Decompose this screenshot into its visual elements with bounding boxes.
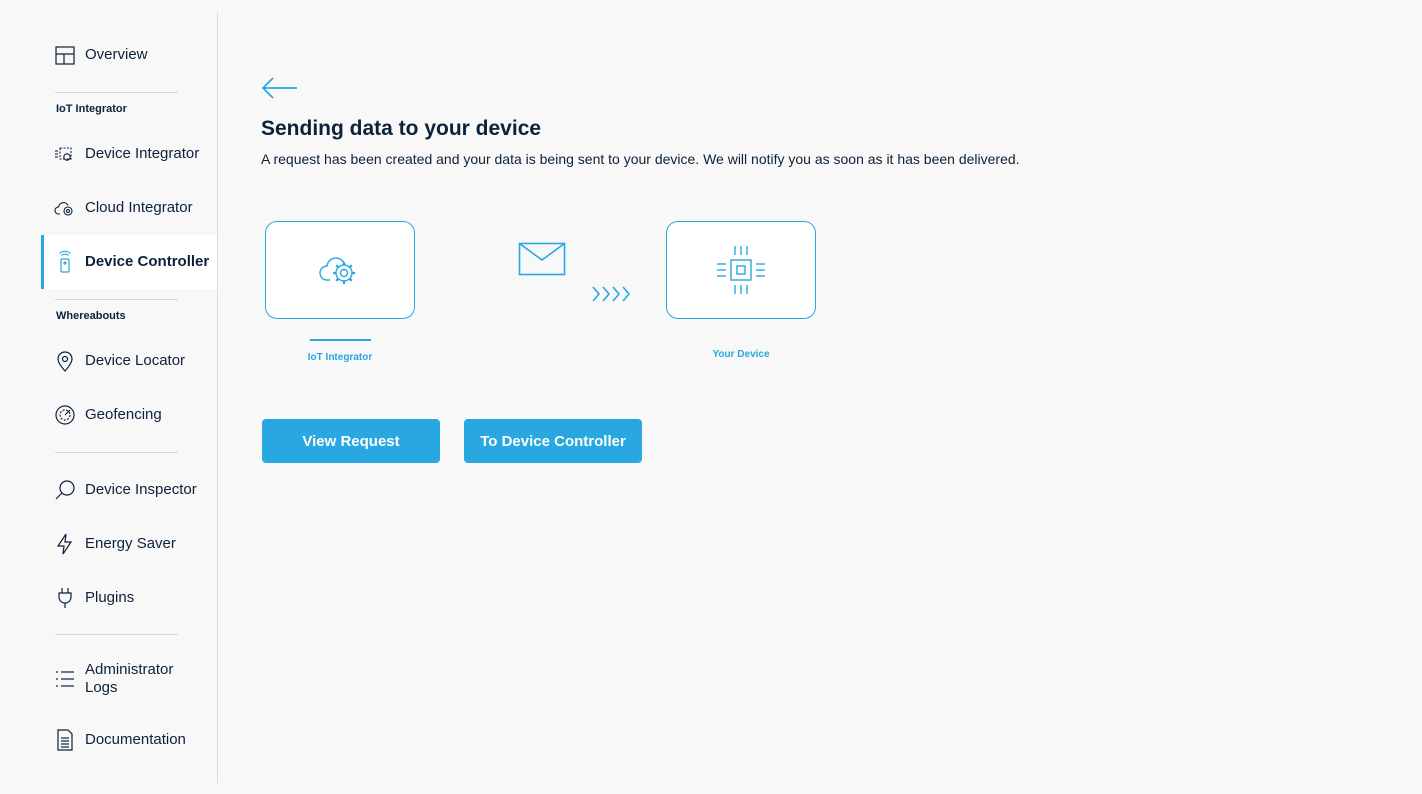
your-device-box (666, 221, 816, 319)
chip-gear-icon (52, 141, 78, 167)
chevrons-right-icon (592, 286, 631, 302)
remote-control-icon (52, 249, 78, 275)
sidebar-item-label: Plugins (85, 589, 135, 606)
source-label: IoT Integrator (307, 352, 373, 363)
iot-integrator-box (265, 221, 415, 319)
cloud-gear-icon (319, 257, 355, 284)
sidebar-item-label-line: Logs (85, 679, 118, 696)
sidebar-item-label: Device Controller (85, 253, 210, 270)
sidebar-item-administrator-logs[interactable]: Administrator Logs (0, 652, 217, 706)
page-description: A request has been created and your data… (261, 151, 1020, 167)
sidebar-divider (55, 452, 178, 453)
sidebar-item-device-controller[interactable]: Device Controller (41, 235, 217, 289)
back-arrow-icon[interactable] (261, 76, 299, 100)
sidebar-divider (55, 634, 178, 635)
sidebar: Overview IoT Integrator Device Integrato… (0, 12, 218, 783)
sidebar-item-label: Device Integrator (85, 145, 200, 162)
list-icon (52, 666, 78, 692)
sidebar-item-label: Documentation (85, 731, 186, 748)
section-title-iot: IoT Integrator (56, 103, 127, 115)
sidebar-item-label: Energy Saver (85, 535, 176, 552)
sidebar-item-device-integrator[interactable]: Device Integrator (0, 127, 217, 181)
sidebar-item-device-locator[interactable]: Device Locator (0, 334, 217, 388)
sidebar-item-documentation[interactable]: Documentation (0, 713, 217, 767)
sidebar-item-geofencing[interactable]: Geofencing (0, 388, 217, 442)
chip-icon (717, 246, 765, 294)
sidebar-item-label: Geofencing (85, 406, 162, 423)
layout-icon (52, 42, 78, 68)
sidebar-item-label-line: Administrator (85, 661, 174, 678)
page-title: Sending data to your device (261, 117, 542, 140)
sidebar-item-label: Cloud Integrator (85, 199, 193, 216)
location-pin-icon (52, 348, 78, 374)
sidebar-item-label: Overview (85, 46, 148, 63)
view-request-button[interactable]: View Request (262, 419, 440, 463)
radar-icon (52, 402, 78, 428)
lightning-icon (52, 531, 78, 557)
sidebar-item-cloud-integrator[interactable]: Cloud Integrator (0, 181, 217, 235)
sidebar-divider (55, 299, 178, 300)
magnifier-icon (52, 477, 78, 503)
plug-icon (52, 585, 78, 611)
target-label: Your Device (712, 349, 770, 360)
sidebar-divider (55, 92, 178, 93)
document-icon (52, 727, 78, 753)
to-device-controller-button[interactable]: To Device Controller (464, 419, 642, 463)
sidebar-item-energy-saver[interactable]: Energy Saver (0, 517, 217, 571)
progress-indicator (310, 339, 371, 341)
sidebar-item-device-inspector[interactable]: Device Inspector (0, 463, 217, 517)
sidebar-item-label: Device Locator (85, 352, 186, 369)
section-title-whereabouts: Whereabouts (56, 310, 126, 322)
sidebar-item-plugins[interactable]: Plugins (0, 571, 217, 625)
sidebar-item-label: Device Inspector (85, 481, 197, 498)
sidebar-item-overview[interactable]: Overview (0, 28, 217, 82)
envelope-icon (518, 242, 566, 276)
cloud-gear-icon (52, 195, 78, 221)
sidebar-item-label: Administrator Logs (85, 661, 173, 697)
